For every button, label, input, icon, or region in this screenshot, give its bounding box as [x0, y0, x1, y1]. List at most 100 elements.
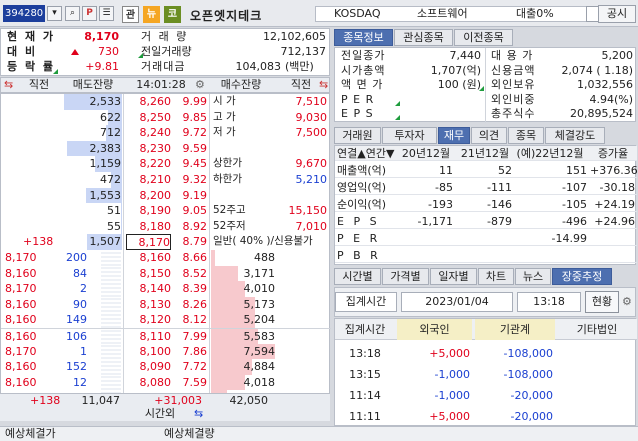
ask-price[interactable]: 8,240: [126, 125, 172, 141]
news-button[interactable]: 뉴: [143, 6, 160, 23]
tab-by-date[interactable]: 일자별: [430, 268, 477, 285]
list-button[interactable]: ☰: [99, 6, 114, 21]
bid-price[interactable]: 8,150: [126, 266, 172, 282]
ask-price[interactable]: 8,210: [126, 172, 172, 188]
bid-price[interactable]: 8,120: [126, 312, 172, 328]
fin-label: P E R: [337, 232, 381, 245]
tab-opinion[interactable]: 의견: [471, 127, 507, 144]
inv-head-institution: 기관계: [475, 319, 555, 340]
info-label: E P S: [341, 107, 374, 121]
fin-head-2020: 20년12월: [401, 147, 451, 160]
bid-price[interactable]: 8,130: [126, 297, 172, 313]
ask-row: 51 8,190 9.05 52주고 15,150: [1, 203, 331, 219]
ask-price[interactable]: 8,200: [126, 188, 172, 204]
inv-foreign: -1,000: [434, 368, 470, 381]
fin-2020: -1,171: [417, 215, 453, 228]
trade-price: 8,160: [5, 360, 37, 374]
tab-strength[interactable]: 체결강도: [545, 127, 605, 144]
finance-row: P B R: [335, 248, 637, 263]
date-input[interactable]: 2023/01/04: [401, 292, 513, 312]
sell-qty-bar: [120, 203, 122, 219]
bid-price[interactable]: 8,160: [126, 250, 172, 266]
info-label: P E R: [341, 92, 375, 106]
bid-row: 8,160 12 8,080 7.59 4,018: [1, 374, 331, 391]
fin-2020: -85: [435, 181, 453, 194]
ask-row: 622 8,250 9.85 고 가 9,030: [1, 109, 331, 126]
finance-row: 매출액(억) 11 52 151 +376.36: [335, 163, 638, 178]
hatch-cell: [101, 296, 121, 313]
fin-label: E P S: [337, 215, 380, 228]
bid-rate: 8.52: [182, 266, 208, 280]
notice-button[interactable]: 공시: [598, 5, 636, 23]
bid-price[interactable]: 8,080: [126, 375, 172, 391]
kosdaq-badge[interactable]: 코: [164, 6, 181, 23]
ask-price[interactable]: 8,260: [126, 94, 172, 110]
fin-growth: -30.18: [599, 181, 635, 194]
fin-2022e: 151: [566, 164, 587, 177]
ask-row: 472 8,210 9.32 하한가 5,210: [1, 172, 331, 188]
bid-price[interactable]: 8,140: [126, 281, 172, 297]
tab-previous[interactable]: 이전종목: [454, 29, 513, 46]
fin-2021: 52: [498, 164, 512, 177]
info-value: 1,032,556: [577, 78, 633, 92]
header-time: 14:01:28: [136, 78, 186, 91]
bid-rate: 7.72: [182, 360, 208, 374]
hatch-cell: [101, 374, 121, 391]
stock-code-input[interactable]: 394280: [3, 5, 45, 22]
inv-foreign: -1,000: [434, 389, 470, 402]
settings-gear-icon[interactable]: ⚙: [195, 78, 205, 92]
trade-qty: 200: [66, 251, 87, 264]
tab-item[interactable]: 종목: [508, 127, 544, 144]
hatch-cell: [101, 265, 121, 282]
tabs-trend: 시간별 가격별 일자별 차트 뉴스 장중추정: [334, 268, 636, 285]
ask-price[interactable]: 8,180: [126, 219, 172, 235]
after-hours-label[interactable]: 시간외: [130, 407, 190, 420]
swap-icon[interactable]: ⇆: [319, 78, 328, 92]
tab-by-time[interactable]: 시간별: [334, 268, 381, 285]
ask-price[interactable]: 8,230: [126, 141, 172, 157]
tab-chart[interactable]: 차트: [478, 268, 514, 285]
investor-row: 11:11 +5,000 -20,000: [335, 406, 637, 427]
tab-news[interactable]: 뉴스: [515, 268, 551, 285]
tab-broker[interactable]: 거래원: [334, 127, 381, 144]
buy-qty: 4,018: [243, 375, 276, 389]
fin-2020: -193: [428, 198, 453, 211]
stock-name: 오픈엣지테크: [190, 9, 263, 23]
bid-price[interactable]: 8,110: [126, 329, 172, 344]
tab-intraday-estimate[interactable]: 장중추정: [552, 268, 612, 285]
ask-price[interactable]: 8,190: [126, 203, 172, 219]
fin-head-type[interactable]: 연결▲연간▼: [337, 146, 394, 161]
ask-last-left: +138: [23, 235, 54, 249]
status-button[interactable]: 현황: [585, 291, 619, 313]
gwan-button[interactable]: 관: [122, 6, 139, 23]
fin-growth: +24.96: [594, 215, 635, 228]
p-button[interactable]: P: [82, 6, 97, 21]
tab-by-price[interactable]: 가격별: [382, 268, 429, 285]
expected-price-label: 예상체결가: [5, 427, 56, 440]
bid-rate: 7.99: [182, 330, 208, 343]
tab-finance[interactable]: 재무: [438, 127, 470, 144]
finance-header-row: 연결▲연간▼ 20년12월 21년12월 (예)22년12월 증가율: [335, 146, 637, 161]
settings-gear-icon[interactable]: ⚙: [622, 295, 632, 308]
finance-row: 영업익(억) -85 -111 -107 -30.18: [335, 180, 637, 195]
trade-price: 8,160: [5, 266, 37, 280]
bid-price[interactable]: 8,090: [126, 359, 172, 375]
tab-stock-info[interactable]: 종목정보: [334, 29, 393, 46]
dropdown-button[interactable]: ▾: [47, 6, 62, 21]
tab-investor[interactable]: 투자자: [382, 127, 437, 144]
search-button[interactable]: ⌕: [65, 6, 80, 21]
ask-price[interactable]: 8,250: [126, 110, 172, 126]
toggle-icon[interactable]: ⇆: [194, 407, 203, 420]
info-row: E P S 총주식수 20,895,524: [335, 107, 637, 121]
ask-row: 1,553 8,200 9.19: [1, 187, 331, 204]
time-input[interactable]: 13:18: [517, 292, 581, 312]
bid-price[interactable]: 8,100: [126, 344, 172, 360]
tab-watchlist[interactable]: 관심종목: [394, 29, 453, 46]
sell-qty: 51: [107, 204, 121, 218]
inv-time: 11:14: [349, 389, 381, 402]
swap-icon[interactable]: ⇆: [4, 78, 13, 92]
bid-row: 8,170 1 8,100 7.86 7,594: [1, 343, 331, 360]
ask-price[interactable]: 8,170: [126, 234, 171, 250]
fin-2021: -879: [487, 215, 512, 228]
ask-price[interactable]: 8,220: [126, 156, 172, 172]
